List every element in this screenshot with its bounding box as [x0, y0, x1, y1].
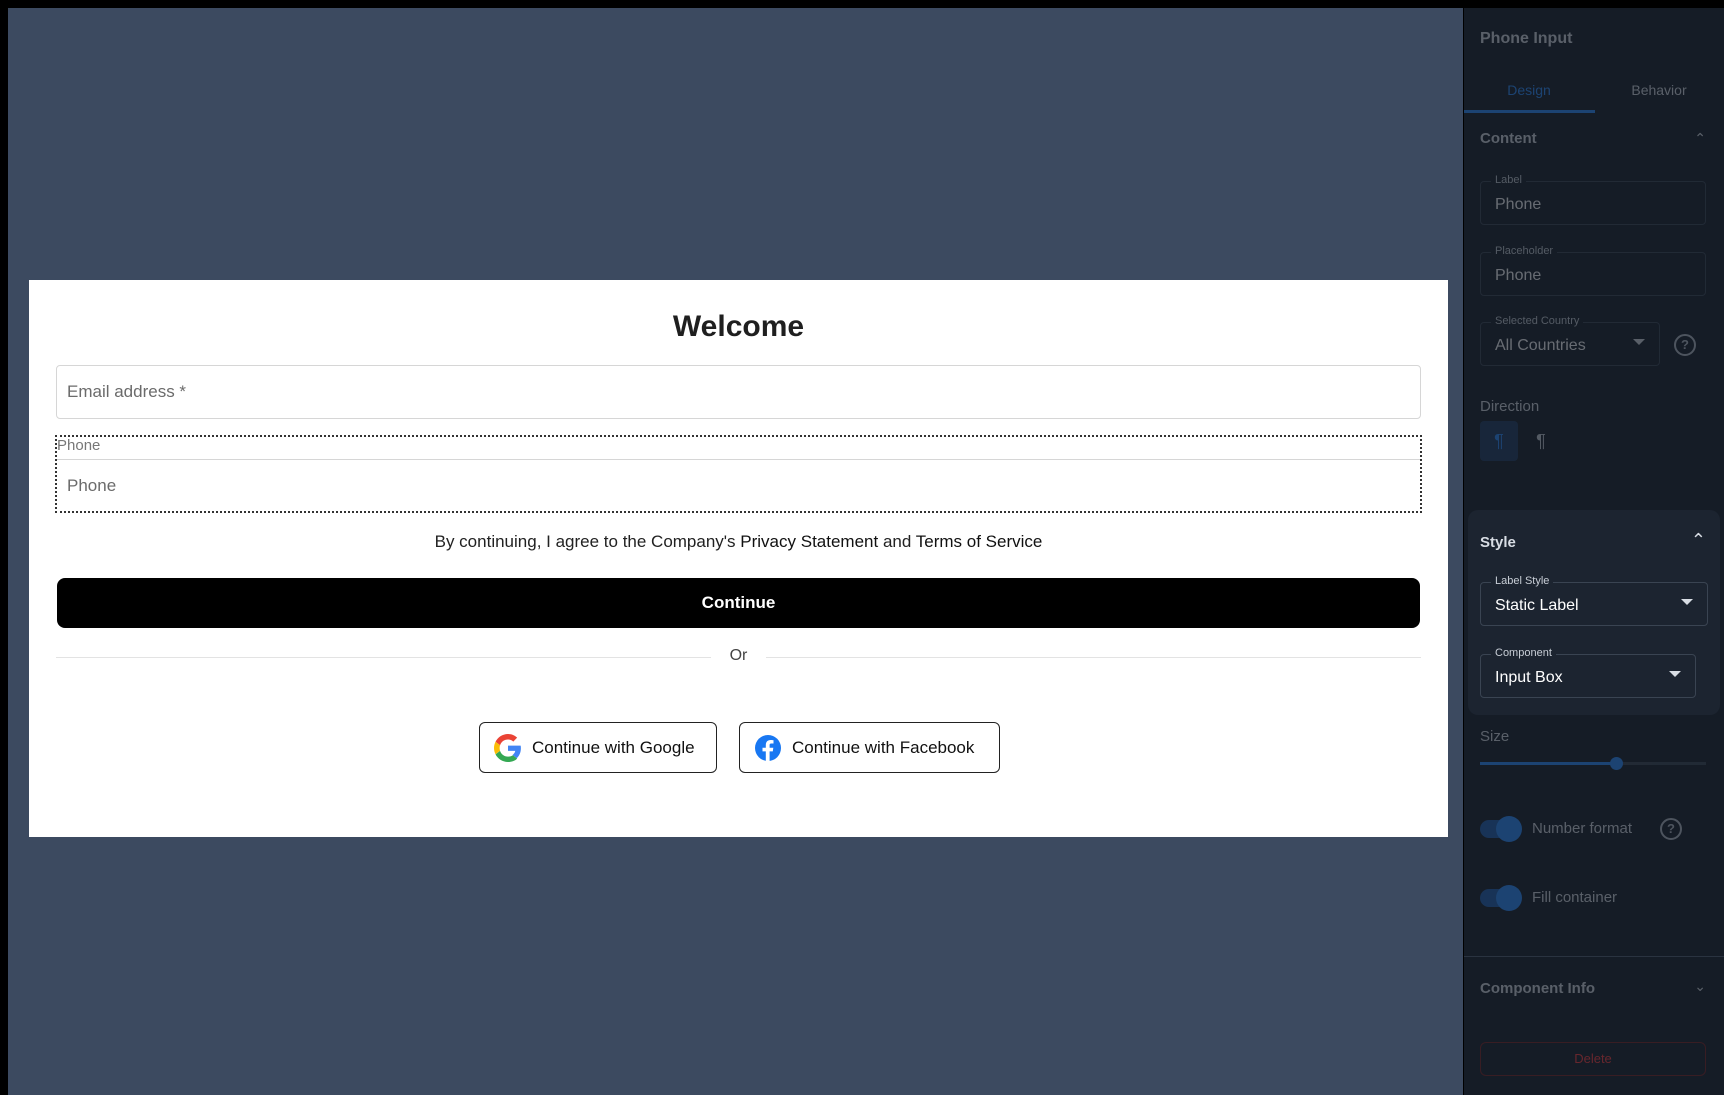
chevron-up-icon[interactable]: ⌃ [1691, 530, 1706, 551]
phone-label: Phone [57, 437, 101, 454]
panel-divider [1464, 956, 1724, 957]
component-info-header[interactable]: Component Info [1480, 980, 1595, 997]
login-card: Welcome Phone By continuing, I agree to … [29, 280, 1448, 837]
google-signin-button[interactable]: Continue with Google [479, 722, 717, 773]
number-format-toggle[interactable] [1480, 816, 1522, 842]
toggle-knob [1496, 816, 1522, 842]
placeholder-field[interactable]: Placeholder Phone [1480, 245, 1706, 296]
label-field-label: Label [1491, 174, 1526, 186]
size-slider-fill [1480, 762, 1616, 765]
content-section-header[interactable]: Content [1480, 130, 1537, 147]
facebook-icon [754, 734, 782, 762]
style-section: Style ⌃ Label Style Static Label Compone… [1468, 510, 1720, 715]
label-field[interactable]: Label Phone [1480, 174, 1706, 225]
component-label: Component [1491, 647, 1556, 659]
chevron-down-icon[interactable]: ⌄ [1694, 978, 1706, 995]
chevron-down-icon [1681, 599, 1693, 605]
tab-design[interactable]: Design [1464, 82, 1594, 98]
terms-text: By continuing, I agree to the Company's … [29, 532, 1448, 552]
label-style-select[interactable]: Label Style Static Label [1480, 575, 1708, 626]
ltr-icon[interactable]: ¶ [1480, 421, 1518, 461]
delete-button[interactable]: Delete [1480, 1042, 1706, 1076]
size-slider-handle[interactable] [1609, 757, 1623, 770]
continue-button[interactable]: Continue [57, 578, 1420, 628]
size-slider[interactable] [1480, 757, 1706, 770]
page-title: Welcome [672, 310, 805, 343]
google-icon [494, 733, 522, 762]
style-section-header[interactable]: Style [1480, 534, 1516, 551]
size-label: Size [1480, 728, 1510, 745]
label-style-label: Label Style [1491, 575, 1554, 587]
properties-panel: Phone Input Design Behavior Content ⌃ La… [1464, 8, 1724, 1095]
facebook-signin-button[interactable]: Continue with Facebook [739, 722, 1000, 773]
rtl-icon[interactable]: ¶ [1522, 421, 1560, 461]
phone-input-component[interactable]: Phone [55, 435, 1422, 513]
tab-behavior[interactable]: Behavior [1594, 82, 1724, 98]
email-field[interactable] [56, 365, 1421, 419]
panel-tabs: Design Behavior [1464, 74, 1724, 114]
app-frame: Welcome Phone By continuing, I agree to … [0, 0, 1724, 1095]
component-value: Input Box [1495, 669, 1563, 686]
terms-prefix: By continuing, I agree to the Company's [434, 532, 736, 551]
privacy-link[interactable]: Privacy Statement [740, 532, 878, 551]
fill-container-label: Fill container [1532, 889, 1618, 906]
direction-label: Direction [1480, 398, 1540, 415]
chevron-down-icon [1633, 339, 1645, 345]
help-icon[interactable]: ? [1674, 334, 1696, 356]
or-divider: Or [56, 647, 1421, 667]
component-select[interactable]: Component Input Box [1480, 647, 1696, 698]
google-button-label: Continue with Google [532, 737, 695, 757]
active-tab-indicator [1464, 110, 1595, 113]
facebook-button-label: Continue with Facebook [792, 737, 975, 757]
terms-link[interactable]: Terms of Service [916, 532, 1043, 551]
chevron-up-icon[interactable]: ⌃ [1694, 130, 1706, 147]
country-select[interactable]: Selected Country All Countries [1480, 315, 1660, 366]
editor-canvas: Welcome Phone By continuing, I agree to … [8, 8, 1463, 1095]
number-format-label: Number format [1532, 820, 1633, 837]
placeholder-field-value: Phone [1495, 267, 1542, 284]
country-select-label: Selected Country [1491, 315, 1584, 327]
fill-container-toggle[interactable] [1480, 885, 1522, 911]
label-style-value: Static Label [1495, 597, 1579, 614]
help-icon[interactable]: ? [1660, 818, 1682, 840]
label-field-value: Phone [1495, 196, 1542, 213]
placeholder-field-label: Placeholder [1491, 245, 1558, 257]
toggle-knob [1496, 885, 1522, 911]
terms-and: and [882, 532, 912, 551]
panel-title: Phone Input [1480, 30, 1573, 47]
country-select-value: All Countries [1495, 337, 1586, 354]
chevron-down-icon [1669, 671, 1681, 677]
or-label: Or [729, 647, 748, 664]
phone-field[interactable] [57, 459, 1420, 511]
